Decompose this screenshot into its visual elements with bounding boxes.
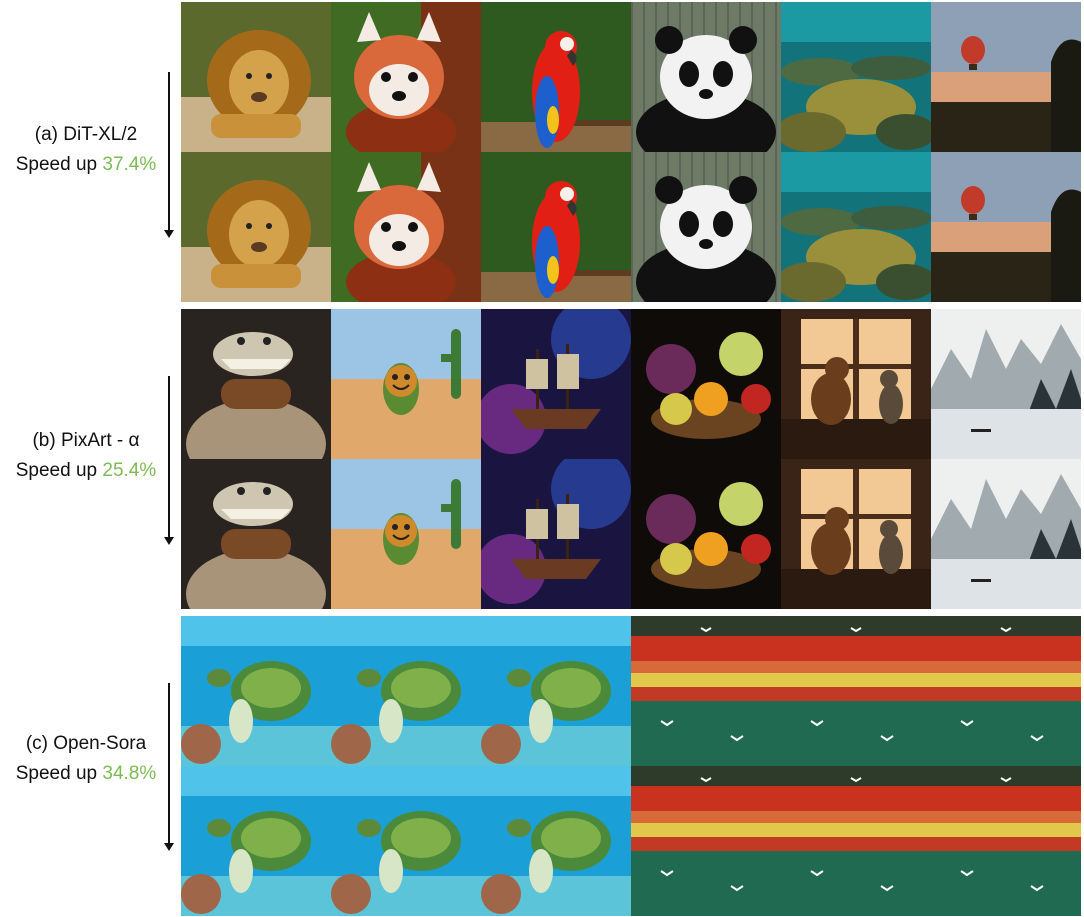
speed-up-value: 37.4% <box>102 154 157 175</box>
speed-up-value: 25.4% <box>102 460 157 481</box>
speed-up-line: Speed up 34.8% <box>0 759 172 789</box>
crocodile-in-sweater-image <box>181 459 331 609</box>
sea-turtle-image <box>331 616 481 766</box>
speed-up-line: Speed up 37.4% <box>0 150 172 180</box>
galaxy-pirate-ship-image <box>481 309 631 459</box>
speed-up-line: Speed up 25.4% <box>0 456 172 486</box>
sea-turtle-image <box>481 766 631 916</box>
model-name: (b) PixArt - α <box>32 430 140 451</box>
panda-image <box>631 152 781 302</box>
direction-arrow <box>164 72 174 238</box>
crocodile-in-sweater-image <box>181 309 331 459</box>
cliff-with-seabirds-image <box>631 616 781 766</box>
model-name: (c) Open-Sora <box>25 733 147 754</box>
coral-reef-image <box>781 152 931 302</box>
dog-and-cat-at-window-image <box>781 309 931 459</box>
speed-up-label: Speed up <box>15 460 98 481</box>
hot-air-balloon-image <box>931 2 1081 152</box>
cliff-with-seabirds-image <box>631 766 781 916</box>
lion-image <box>181 152 331 302</box>
sea-turtle-image <box>181 766 331 916</box>
fruit-basket-image <box>631 309 781 459</box>
smiling-cactus-image <box>331 309 481 459</box>
macaw-parrot-image <box>481 2 631 152</box>
speed-up-value: 34.8% <box>102 763 157 784</box>
smiling-cactus-image <box>331 459 481 609</box>
section-label-dit: (a) DiT-XL/2 Speed up 37.4% <box>0 120 172 180</box>
speed-up-label: Speed up <box>15 154 98 175</box>
ink-landscape-image <box>931 459 1081 609</box>
fruit-basket-image <box>631 459 781 609</box>
section-label-pixart: (b) PixArt - α Speed up 25.4% <box>0 426 172 486</box>
panda-image <box>631 2 781 152</box>
cliff-with-seabirds-image <box>931 766 1081 916</box>
cliff-with-seabirds-image <box>781 766 931 916</box>
direction-arrow <box>164 683 174 851</box>
speed-up-label: Speed up <box>15 763 98 784</box>
lion-image <box>181 2 331 152</box>
macaw-parrot-image <box>481 152 631 302</box>
galaxy-pirate-ship-image <box>481 459 631 609</box>
sea-turtle-image <box>181 616 331 766</box>
model-name: (a) DiT-XL/2 <box>34 124 138 145</box>
cliff-with-seabirds-image <box>781 616 931 766</box>
sea-turtle-image <box>331 766 481 916</box>
section-label-opensora: (c) Open-Sora Speed up 34.8% <box>0 729 172 789</box>
red-panda-image <box>331 152 481 302</box>
coral-reef-image <box>781 2 931 152</box>
direction-arrow <box>164 376 174 545</box>
dog-and-cat-at-window-image <box>781 459 931 609</box>
red-panda-image <box>331 2 481 152</box>
hot-air-balloon-image <box>931 152 1081 302</box>
ink-landscape-image <box>931 309 1081 459</box>
sea-turtle-image <box>481 616 631 766</box>
cliff-with-seabirds-image <box>931 616 1081 766</box>
